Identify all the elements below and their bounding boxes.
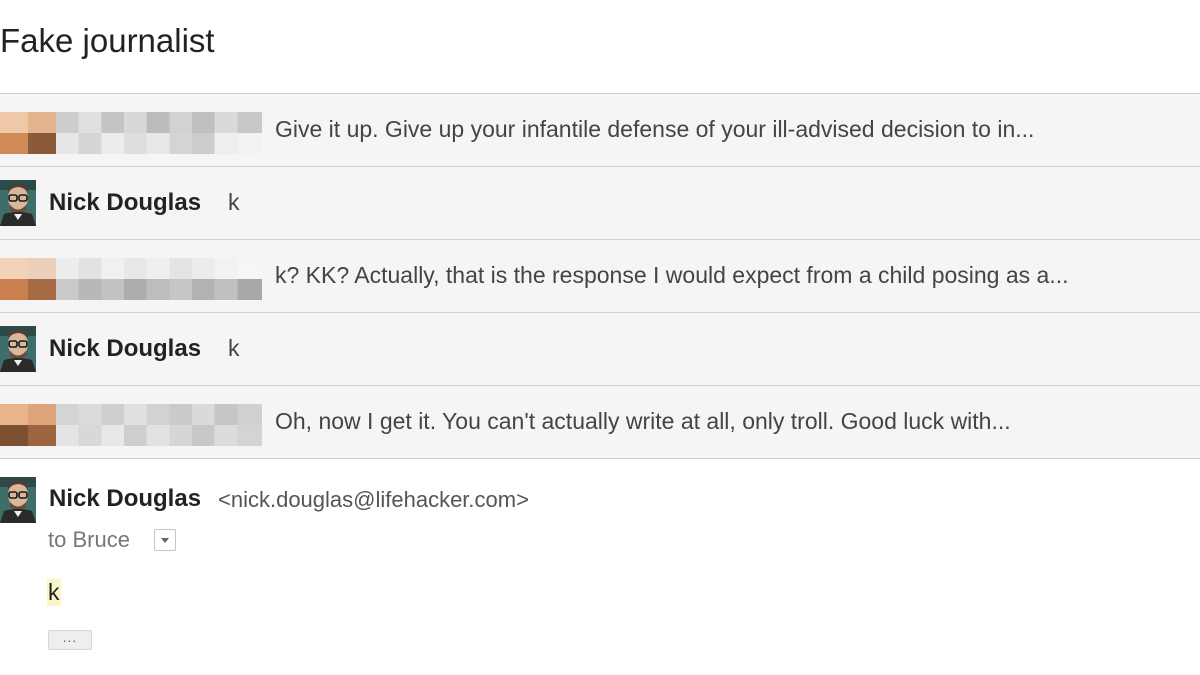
avatar-photo-icon xyxy=(0,477,36,523)
message-body: k xyxy=(47,579,61,606)
collapsed-message[interactable]: Oh, now I get it. You can't actually wri… xyxy=(0,385,1200,459)
redacted-sender-block xyxy=(0,112,262,154)
message-snippet: Oh, now I get it. You can't actually wri… xyxy=(275,408,1011,434)
collapsed-message[interactable]: Nick Douglas k xyxy=(0,166,1200,239)
expanded-message: Nick Douglas <nick.douglas@lifehacker.co… xyxy=(0,465,1200,675)
avatar-photo-icon xyxy=(0,180,36,226)
show-trimmed-content-button[interactable]: ... xyxy=(48,630,92,650)
sender-email: <nick.douglas@lifehacker.com> xyxy=(218,487,529,512)
details-dropdown-button[interactable] xyxy=(154,529,176,551)
avatar-photo-icon xyxy=(0,326,36,372)
sender-name: Nick Douglas xyxy=(49,485,202,512)
recipient-line: to Bruce xyxy=(48,527,130,552)
redacted-sender-block xyxy=(0,258,262,300)
message-snippet: Give it up. Give up your infantile defen… xyxy=(275,116,1035,142)
collapsed-message[interactable]: k? KK? Actually, that is the response I … xyxy=(0,239,1200,312)
message-snippet: k xyxy=(228,335,240,361)
sender-name: Nick Douglas xyxy=(49,335,202,362)
redacted-sender-block xyxy=(0,404,262,446)
sender-name: Nick Douglas xyxy=(49,189,202,216)
message-snippet: k? KK? Actually, that is the response I … xyxy=(275,262,1069,288)
collapsed-message[interactable]: Give it up. Give up your infantile defen… xyxy=(0,93,1200,166)
collapsed-message[interactable]: Nick Douglas k xyxy=(0,312,1200,385)
email-thread-view: Fake journalist Give it up. Give up your… xyxy=(0,0,1200,675)
chevron-down-icon xyxy=(161,538,169,543)
thread-subject: Fake journalist xyxy=(0,22,215,59)
message-snippet: k xyxy=(228,189,240,215)
message-list: Give it up. Give up your infantile defen… xyxy=(0,93,1200,459)
